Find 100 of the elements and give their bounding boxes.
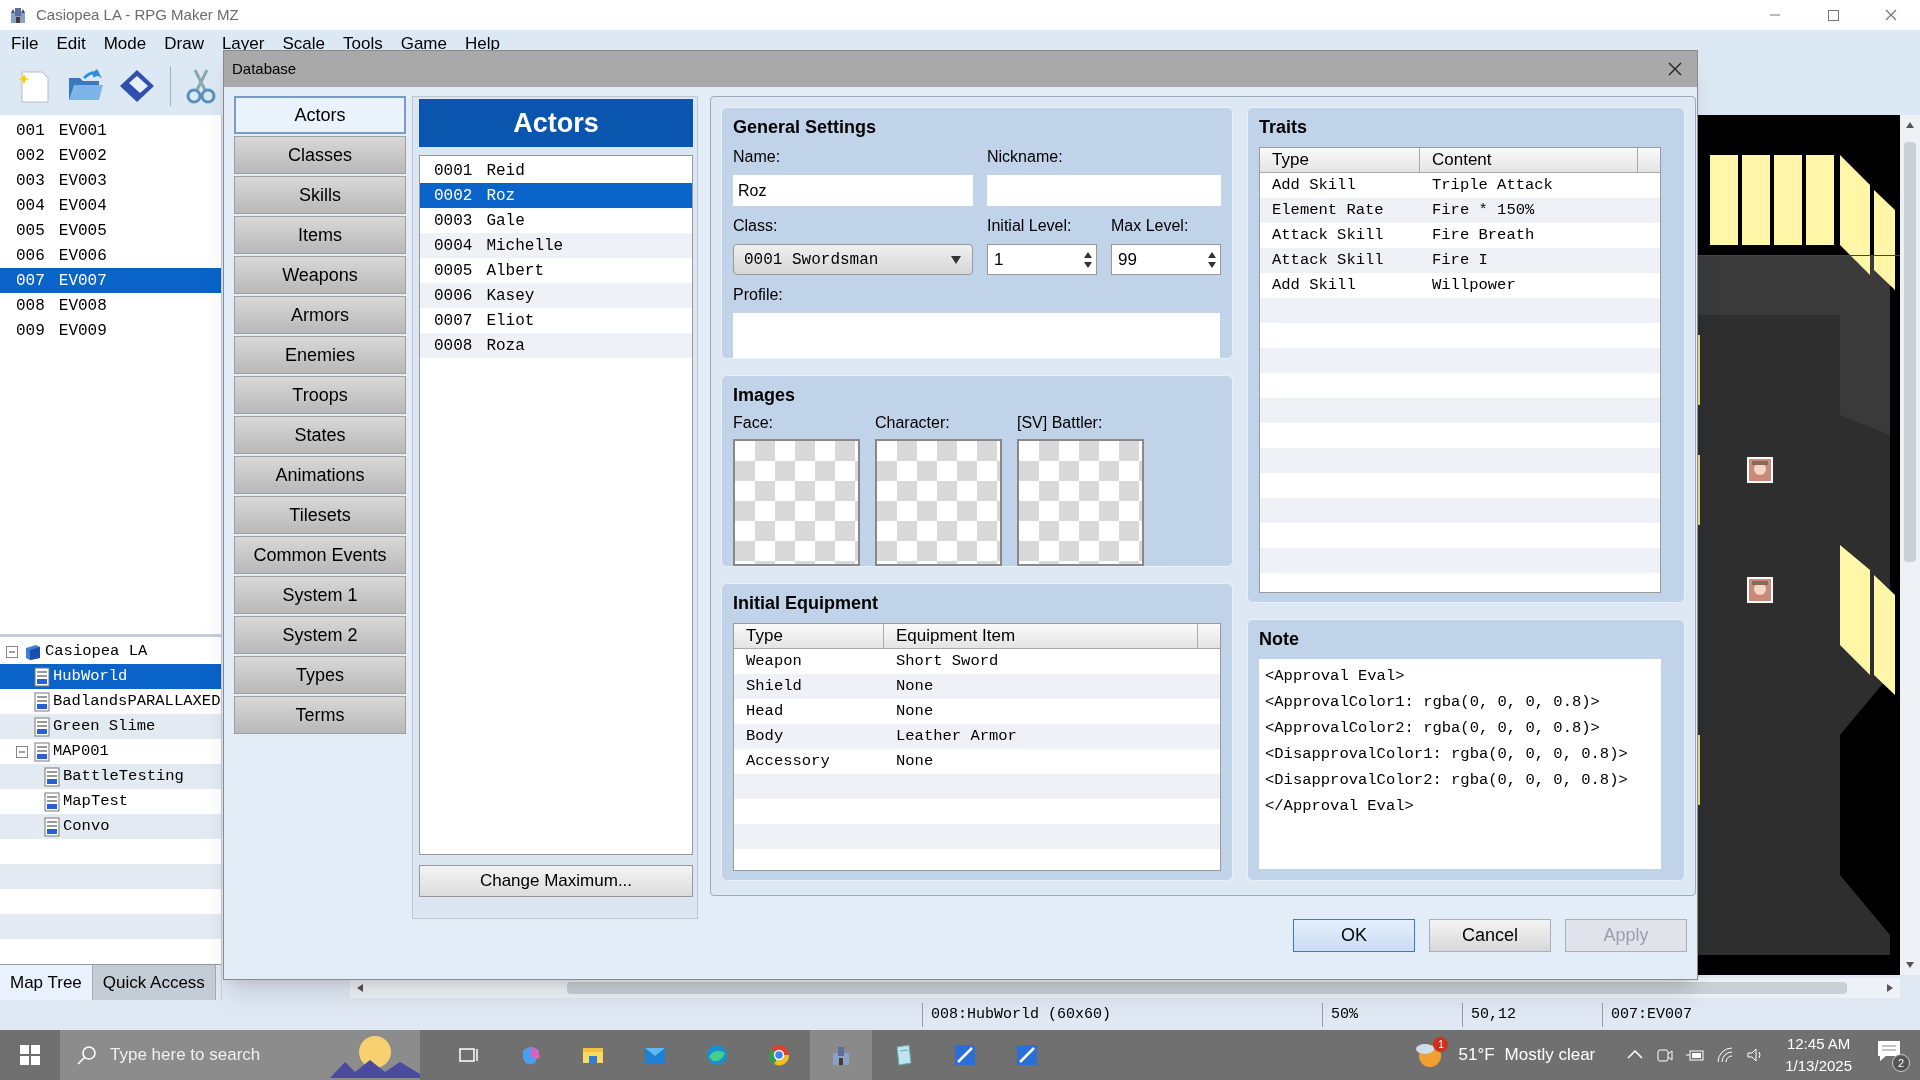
field-label: Character:	[875, 413, 951, 433]
menu-item[interactable]: Draw	[155, 30, 213, 57]
face-image-placeholder[interactable]	[733, 439, 860, 566]
event-list-item[interactable]: 005 EV005	[0, 218, 221, 243]
field-label: Profile:	[733, 285, 784, 305]
column-header[interactable]: Type	[734, 624, 884, 648]
section-title: Note	[1259, 628, 1300, 651]
character-sprite-placeholder[interactable]	[875, 439, 1002, 566]
clock-date[interactable]: 1/13/2025	[1785, 1055, 1852, 1077]
search-icon	[76, 1044, 98, 1066]
category-button[interactable]: Animations	[234, 456, 406, 494]
actor-name: Eliot	[486, 310, 535, 332]
collapse-icon[interactable]	[6, 645, 18, 658]
event-list-item[interactable]: 004 EV004	[0, 193, 221, 218]
section-title: Images	[733, 384, 797, 407]
vertical-scrollbar[interactable]	[1900, 115, 1920, 975]
map-page-icon	[34, 691, 50, 712]
column-header[interactable]: Equipment Item	[884, 624, 1198, 648]
event-id: 006	[16, 245, 45, 267]
event-list-item[interactable]: 007 EV007	[0, 268, 221, 293]
note-line: <ApprovalColor1: rgba(0, 0, 0, 0.8)>	[1265, 692, 1601, 713]
tree-item-label: Green Slime	[53, 716, 156, 738]
category-button[interactable]: Armors	[234, 296, 406, 334]
category-button[interactable]: Common Events	[234, 536, 406, 574]
actor-list-item[interactable]: 0002 Roz	[420, 183, 692, 208]
nickname-field[interactable]	[987, 175, 1221, 206]
category-button[interactable]: Classes	[234, 136, 406, 174]
horizontal-scrollbar[interactable]	[350, 978, 1900, 998]
temperature-text: 51°F	[1458, 1044, 1495, 1067]
event-name: EV006	[58, 245, 107, 267]
table-cell-text: Triple Attack	[1431, 174, 1554, 196]
category-button[interactable]: Troops	[234, 376, 406, 414]
panel-tab[interactable]: Map Tree	[0, 965, 93, 1000]
class-dropdown[interactable]: 0001 Swordsman	[733, 244, 973, 275]
name-field[interactable]: Roz	[733, 175, 973, 206]
menu-item[interactable]: Edit	[47, 30, 95, 57]
event-list-item[interactable]: 009 EV009	[0, 318, 221, 343]
status-text: 008:HubWorld (60x60)	[931, 1004, 1112, 1025]
column-header[interactable]: Content	[1420, 148, 1638, 172]
clock-time[interactable]: 12:45 AM	[1786, 1033, 1851, 1055]
section-title: Traits	[1259, 116, 1309, 139]
max-level-spinner[interactable]: 99	[1111, 244, 1221, 275]
note-line: <Approval Eval>	[1265, 666, 1406, 687]
category-button[interactable]: System 2	[234, 616, 406, 654]
menu-item[interactable]: Mode	[94, 30, 156, 57]
tree-item[interactable]: HubWorld	[0, 664, 221, 690]
category-button[interactable]: Items	[234, 216, 406, 254]
actor-id: 0001	[434, 160, 473, 182]
table-cell-text: Fire I	[1431, 249, 1489, 271]
tree-item[interactable]: Green Slime	[0, 714, 221, 740]
dialog-title: Database	[232, 58, 297, 79]
category-button[interactable]: Types	[234, 656, 406, 694]
sword-app-icon[interactable]	[1015, 1043, 1039, 1067]
actor-name: Michelle	[486, 235, 564, 257]
circle-browser-icon[interactable]	[767, 1043, 791, 1067]
search-placeholder: Type here to search	[110, 1044, 261, 1067]
tree-item[interactable]: Convo	[0, 814, 221, 840]
scissors-icon[interactable]	[185, 68, 217, 104]
category-button[interactable]: Tilesets	[234, 496, 406, 534]
event-name: EV008	[58, 295, 107, 317]
notification-badge: 1	[1433, 1037, 1449, 1052]
event-list-item[interactable]: 006 EV006	[0, 243, 221, 268]
category-button[interactable]: Actors	[234, 96, 406, 134]
close-icon[interactable]	[1667, 61, 1683, 77]
category-button[interactable]: Enemies	[234, 336, 406, 374]
table-cell-text: Add Skill	[1271, 274, 1357, 296]
category-button[interactable]: States	[234, 416, 406, 454]
collapse-icon[interactable]	[16, 745, 28, 758]
change-maximum-button[interactable]: Change Maximum...	[419, 865, 693, 897]
battler-sprite-placeholder[interactable]	[1017, 439, 1144, 566]
status-text: 50,12	[1471, 1004, 1516, 1025]
event-list-item[interactable]: 002 EV002	[0, 143, 221, 168]
category-button[interactable]: Skills	[234, 176, 406, 214]
tree-item[interactable]: BattleTesting	[0, 764, 221, 790]
profile-field[interactable]	[733, 313, 1220, 358]
note-field[interactable]: <Approval Eval> <ApprovalColor1: rgba(0, 0, 0, 0.8)> <ApprovalColor2: rgba(0, 0, 0, 0.8)> <DisapprovalColor1: rgba(0, 0, 0, 0.8)> <DisapprovalColor2: rgba(0, 0, 0, 0.8)> </Approval Eval>	[1259, 659, 1661, 869]
category-button[interactable]: Weapons	[234, 256, 406, 294]
menu-item[interactable]: File	[2, 30, 48, 57]
dialog-button[interactable]: OK	[1293, 919, 1415, 952]
sword-app-icon[interactable]	[953, 1043, 977, 1067]
initial-level-spinner[interactable]: 1	[987, 244, 1097, 275]
dialog-button[interactable]: Cancel	[1429, 919, 1551, 952]
actor-list-item[interactable]: 0008 Roza	[420, 333, 692, 358]
category-button[interactable]: Terms	[234, 696, 406, 734]
section-title: Initial Equipment	[733, 592, 879, 615]
event-list-item[interactable]: 003 EV003	[0, 168, 221, 193]
event-list-item[interactable]: 008 EV008	[0, 293, 221, 318]
table-cell-text: Body	[745, 725, 785, 747]
panel-tab[interactable]: Quick Access	[92, 965, 216, 1000]
swirl-browser-icon[interactable]	[705, 1043, 729, 1067]
column-header[interactable]: Type	[1260, 148, 1420, 172]
actor-list-item[interactable]: 0006 Kasey	[420, 283, 692, 308]
windows-start-icon[interactable]	[20, 1045, 40, 1065]
table-cell-text: None	[895, 675, 935, 697]
event-list-item[interactable]: 001 EV001	[0, 118, 221, 143]
table-cell-text: Head	[745, 700, 785, 722]
actor-list-item[interactable]: 0004 Michelle	[420, 233, 692, 258]
notification-count: 2	[1892, 1054, 1910, 1072]
category-button[interactable]: System 1	[234, 576, 406, 614]
actor-name: Roza	[486, 335, 525, 357]
